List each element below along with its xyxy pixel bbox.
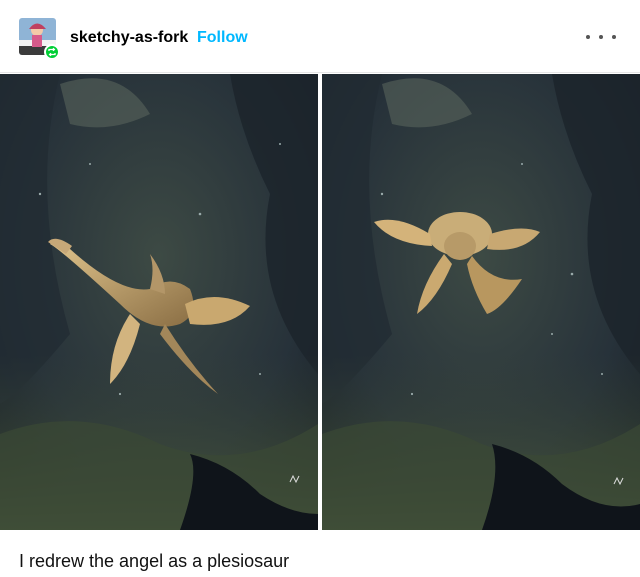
blog-name[interactable]: sketchy-as-fork — [70, 29, 188, 47]
dot — [612, 35, 616, 39]
dot — [599, 35, 603, 39]
post-caption: I redrew the angel as a plesiosaur — [19, 551, 290, 571]
post-image-left[interactable] — [0, 74, 318, 530]
plesiosaur-front-view-image — [322, 74, 640, 530]
more-options-icon[interactable] — [586, 26, 616, 48]
post-image-right[interactable] — [322, 74, 640, 530]
plesiosaur-side-view-image — [0, 74, 318, 530]
post-header: sketchy-as-fork Follow — [0, 0, 640, 73]
reblog-icon — [44, 44, 60, 60]
follow-button[interactable]: Follow — [197, 29, 248, 47]
dot — [586, 35, 590, 39]
